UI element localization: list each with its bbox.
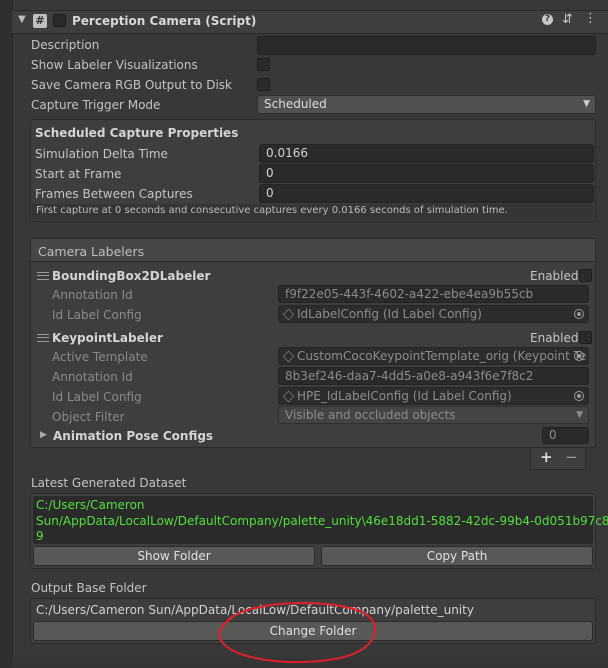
component-enable-checkbox[interactable] [53,14,66,27]
list-footer: + − [530,448,586,470]
pose-configs-count[interactable]: 0 [542,427,589,444]
show-folder-button[interactable]: Show Folder [33,546,315,566]
dataset-path-box[interactable]: C:/Users/Cameron Sun/AppData/LocalLow/De… [33,496,608,544]
preset-icon[interactable]: ⇵ [562,12,573,27]
drag-handle-icon[interactable] [37,272,49,280]
description-label: Description [31,38,100,52]
keypoint-labeler-name: KeypointLabeler [52,331,163,345]
frames-between-label: Frames Between Captures [35,187,193,201]
foldout-arrow-icon[interactable]: ▼ [18,14,26,25]
object-picker-icon[interactable] [574,351,584,361]
keypoint-filter-label: Object Filter [52,410,125,424]
bbox-idlabel-label: Id Label Config [52,308,142,322]
labelers-header-bar: Camera Labelers [31,239,595,262]
show-labeler-label: Show Labeler Visualizations [31,58,198,72]
dataset-label: Latest Generated Dataset [31,476,187,490]
keypoint-enabled-checkbox[interactable] [579,331,592,344]
scheduled-capture-panel: Scheduled Capture Properties Simulation … [30,119,596,222]
help-icon[interactable]: ? [542,14,553,25]
object-picker-icon[interactable] [574,309,584,319]
dataset-path-line3: 9 [36,529,44,543]
capture-mode-label: Capture Trigger Mode [31,98,161,112]
output-label: Output Base Folder [31,581,147,595]
more-icon[interactable]: ⋮ [584,11,597,26]
frames-between-input[interactable]: 0 [259,184,594,203]
start-frame-label: Start at Frame [35,167,122,181]
pose-foldout-arrow-icon[interactable]: ▶ [40,430,47,440]
change-folder-button[interactable]: Change Folder [33,621,593,641]
component-title: Perception Camera (Script) [72,14,257,28]
labelers-header: Camera Labelers [38,244,145,259]
component-header[interactable]: ▼ # Perception Camera (Script) ? ⇵ ⋮ [12,10,608,34]
object-picker-icon[interactable] [574,391,584,401]
bbox-enabled-label: Enabled [530,269,579,283]
object-filter-value: Visible and occluded objects [285,408,456,422]
sim-delta-label: Simulation Delta Time [35,147,168,161]
keypoint-template-field[interactable]: CustomCocoKeypointTemplate_orig (Keypoin… [278,347,589,365]
scheduled-header: Scheduled Capture Properties [35,126,239,140]
output-path: C:/Users/Cameron Sun/AppData/LocalLow/De… [36,603,474,617]
bbox-idlabel-field[interactable]: IdLabelConfig (Id Label Config) [278,305,589,323]
save-rgb-checkbox[interactable] [257,78,270,91]
keypoint-idlabel-field[interactable]: HPE_IdLabelConfig (Id Label Config) [278,387,589,405]
scriptable-object-icon [282,308,295,321]
output-panel: C:/Users/Cameron Sun/AppData/LocalLow/De… [30,598,596,644]
dataset-path-line2: Sun/AppData/LocalLow/DefaultCompany/pale… [36,513,608,528]
keypoint-annotation-label: Annotation Id [52,370,133,384]
chevron-down-icon: ▼ [583,99,590,109]
dataset-panel: C:/Users/Cameron Sun/AppData/LocalLow/De… [30,493,608,569]
remove-labeler-button[interactable]: − [565,448,578,466]
keypoint-template-value: CustomCocoKeypointTemplate_orig (Keypoin… [297,349,587,363]
left-gutter [0,0,13,668]
drag-handle-icon[interactable] [37,334,49,342]
keypoint-idlabel-value: HPE_IdLabelConfig (Id Label Config) [297,389,512,403]
schedule-note-box: First capture at 0 seconds and consecuti… [32,204,594,220]
script-icon: # [33,14,47,28]
schedule-note: First capture at 0 seconds and consecuti… [36,205,508,216]
bbox-annotation-input[interactable]: f9f22e05-443f-4602-a422-ebe4ea9b55cb [278,285,589,303]
start-frame-input[interactable]: 0 [259,164,594,183]
keypoint-annotation-input[interactable]: 8b3ef246-daa7-4dd5-a0e8-a943f6e7f8c2 [278,367,589,385]
object-filter-dropdown[interactable]: Visible and occluded objects ▼ [278,406,589,424]
bbox-idlabel-value: IdLabelConfig (Id Label Config) [297,307,482,321]
copy-path-button[interactable]: Copy Path [321,546,593,566]
description-input[interactable] [257,36,596,55]
show-labeler-checkbox[interactable] [257,58,270,71]
capture-mode-value: Scheduled [264,97,327,111]
keypoint-enabled-label: Enabled [530,331,579,345]
scriptable-object-icon [282,350,295,363]
chevron-down-icon: ▼ [576,410,583,420]
keypoint-idlabel-label: Id Label Config [52,390,142,404]
bbox-labeler-name: BoundingBox2DLabeler [52,269,211,283]
bbox-enabled-checkbox[interactable] [579,269,592,282]
keypoint-template-label: Active Template [52,350,148,364]
add-labeler-button[interactable]: + [540,448,553,466]
sim-delta-input[interactable]: 0.0166 [259,144,594,163]
scriptable-object-icon [282,390,295,403]
capture-mode-dropdown[interactable]: Scheduled ▼ [257,95,596,114]
bbox-annotation-label: Annotation Id [52,288,133,302]
next-section-edge [12,658,608,668]
save-rgb-label: Save Camera RGB Output to Disk [31,78,232,92]
dataset-path-line1: C:/Users/Cameron [36,498,145,512]
camera-labelers-panel: Camera Labelers BoundingBox2DLabeler Ena… [30,238,596,448]
pose-configs-label[interactable]: Animation Pose Configs [53,429,213,443]
